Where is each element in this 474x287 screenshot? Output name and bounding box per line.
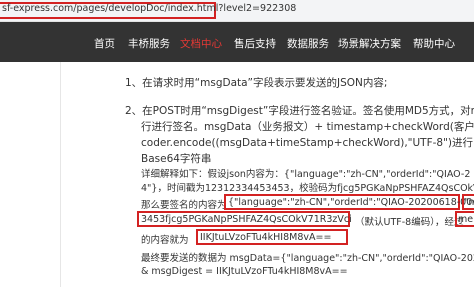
doc-step-2-line-2: 行进行签名。msgData（业务报文）+ timestamp+checkWord… xyxy=(141,121,474,133)
encoding-cut-text: me xyxy=(458,214,474,225)
nav-item-doc-center[interactable]: 文档中心 xyxy=(180,36,222,51)
nav-item-after-sales[interactable]: 售后支持 xyxy=(234,36,276,51)
doc-step-1: 1、在请求时用“msgData”字段表示要发送的JSON内容; xyxy=(125,77,388,89)
nav-item-fengqiao-services[interactable]: 丰桥服务 xyxy=(128,36,170,51)
sign-content-label: 那么要签名的内容为 xyxy=(141,200,227,211)
doc-content: 1、在请求时用“msgData”字段表示要发送的JSON内容; 2、在POST时… xyxy=(0,62,474,287)
nav-item-help-center[interactable]: 帮助中心 xyxy=(413,36,455,51)
url-text[interactable]: sf-express.com/pages/developDoc/index.ht… xyxy=(2,3,296,14)
check-word-value: 3453fjcg5PGKaNpPSHFAZ4QsCOkV71R3zVci xyxy=(141,214,352,225)
browser-address-bar[interactable]: sf-express.com/pages/developDoc/index.ht… xyxy=(0,0,474,22)
final-data-line-1: 最终要发送的数据为 msgData={"language":"zh-CN","o… xyxy=(141,253,474,264)
sign-content-value: {"language":"zh-CN","orderId":"QIAO-2020… xyxy=(228,197,474,208)
digest-result-label: 的内容就为 xyxy=(141,235,189,246)
doc-step-2-line-3: coder.encode((msgData+timeStamp+checkWor… xyxy=(141,137,474,149)
doc-step-2-line-4: Base64字符串 xyxy=(141,153,212,165)
nav-item-home[interactable]: 首页 xyxy=(94,36,115,51)
encoding-note: （默认UTF-8编码），经过 xyxy=(355,217,464,228)
nav-item-data-services[interactable]: 数据服务 xyxy=(287,36,329,51)
final-data-line-2: & msgDigest = IIKJtuLVzoFTu4kHI8M8vA== xyxy=(141,266,348,277)
digest-result-value: IIKJtuLVzoFTu4kHI8M8vA== xyxy=(200,232,332,243)
detail-example-line-1: 详细解释如下：假设json内容为：{"language":"zh-CN","or… xyxy=(141,169,471,180)
doc-step-2: 2、在POST时用“msgDigest”字段进行签名验证。签名使用MD5方式，对… xyxy=(125,105,474,117)
detail-example-line-2: 4"}，时间戳为12312334453453，校验码为fjcg5PGKaNpPS… xyxy=(141,183,474,194)
nav-item-scenario-solutions[interactable]: 场景解决方案 xyxy=(338,36,401,51)
top-navigation: 首页 丰桥服务 文档中心 售后支持 数据服务 场景解决方案 帮助中心 xyxy=(0,22,474,62)
sign-content-cut-text: "m xyxy=(464,197,474,208)
